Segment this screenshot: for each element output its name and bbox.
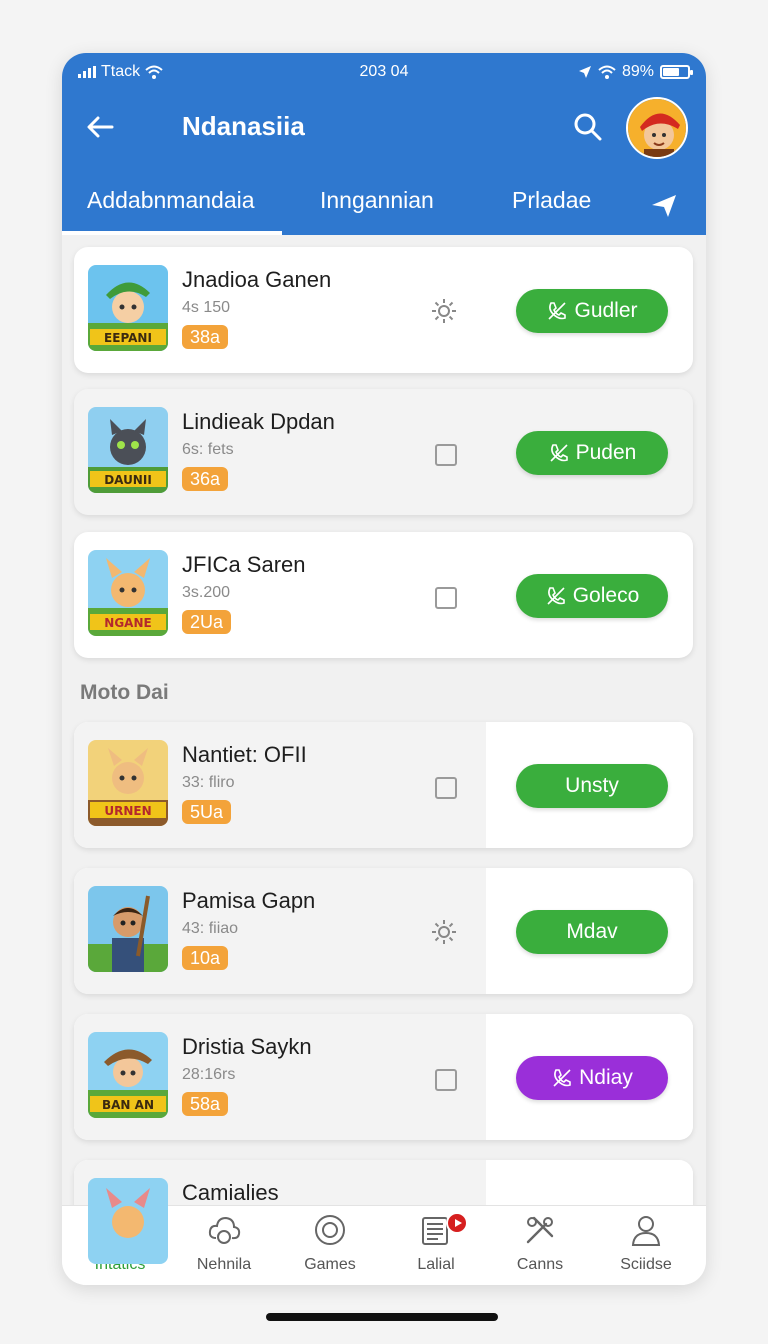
game-meta: 6s: fets [182,441,234,458]
phone-screen: Ttack 203 04 89% Ndanasiia Addabnmandaia… [62,53,706,1285]
game-thumbnail: DAUNII [88,407,168,493]
svg-text:NGANE: NGANE [104,616,151,630]
status-right: 89% [578,63,693,81]
nav-label: Sciidse [620,1256,672,1273]
game-card[interactable]: Pamisa Gapn 43: fiiao 10a Mdav [74,868,693,994]
phone-icon [550,444,568,462]
circle-icon [315,1215,345,1245]
button-label: Gudler [574,299,638,322]
phone-icon [547,587,565,605]
tab-2[interactable]: Inngannian [320,187,434,214]
wifi-icon [598,65,616,79]
select-checkbox[interactable] [435,1069,457,1091]
game-badge: 2Ua [182,610,232,634]
button-label: Goleco [572,584,640,607]
nav-label: Games [304,1256,356,1273]
battery-percent: 89% [621,63,654,80]
button-label: Puden [575,441,637,464]
avatar-image [628,99,686,157]
select-checkbox[interactable] [435,777,457,799]
select-checkbox[interactable] [435,587,457,609]
game-meta: 4s 150 [182,299,231,316]
game-meta: 3s.200 [182,584,231,601]
game-badge: 36a [182,467,229,491]
button-label: Mdav [566,920,618,943]
svg-text:BAN AN: BAN AN [102,1098,154,1112]
nav-item-canns[interactable]: Canns [490,1212,590,1282]
game-action-button[interactable]: Ndiay [516,1056,668,1100]
home-indicator[interactable] [266,1313,498,1321]
cloud-icon [208,1216,241,1244]
game-title: Nantiet: OFII [182,742,307,767]
game-meta: 43: fiiao [182,920,239,937]
button-label: Unsty [565,774,619,797]
game-thumbnail [88,886,168,972]
back-arrow-icon[interactable] [82,109,118,145]
svg-text:DAUNII: DAUNII [104,473,152,487]
game-meta: 28:16rs [182,1066,236,1083]
game-badge: 5Ua [182,800,232,824]
game-meta: 33: fliro [182,774,235,791]
phone-icon [553,1069,571,1087]
gear-icon[interactable] [430,918,458,946]
game-badge: 38a [182,325,229,349]
game-title: Pamisa Gapn [182,888,316,913]
nav-item-sciidse[interactable]: Sciidse [596,1212,696,1282]
user-icon [631,1216,661,1246]
avatar[interactable] [626,97,688,159]
button-label: Ndiay [579,1066,633,1089]
game-title: Lindieak Dpdan [182,409,335,434]
nav-label: Lalial [417,1256,455,1273]
tools-icon [526,1216,554,1244]
svg-text:EEPANI: EEPANI [104,331,152,345]
game-action-button[interactable]: Puden [516,431,668,475]
nav-item-lalial[interactable]: Lalial [386,1212,486,1282]
location-arrow-icon [578,66,591,78]
game-action-button[interactable]: Gudler [516,289,668,333]
game-title: Dristia Saykn [182,1034,312,1059]
game-badge: 10a [182,946,229,970]
tab-3[interactable]: Prladae [512,187,591,214]
game-card[interactable]: NGANE JFICa Saren 3s.200 2Ua Goleco [74,532,693,658]
game-title: JFICa Saren [182,552,306,577]
nav-item-nehnila[interactable]: Nehnila [174,1212,274,1282]
section-heading: Moto Dai [80,681,169,704]
battery-icon [660,65,693,79]
active-tab-indicator [62,231,282,235]
game-action-button[interactable]: Mdav [516,910,668,954]
gear-icon[interactable] [430,297,458,325]
tab-1[interactable]: Addabnmandaia [87,187,255,214]
svg-text:URNEN: URNEN [104,804,151,818]
game-card[interactable]: BAN AN Dristia Saykn 28:16rs 58a Ndiay [74,1014,693,1140]
play-badge-icon [446,1212,468,1234]
game-action-button[interactable]: Goleco [516,574,668,618]
game-title: Camialies [182,1180,279,1205]
game-card[interactable]: URNEN Nantiet: OFII 33: fliro 5Ua Unsty [74,722,693,848]
search-icon[interactable] [570,109,606,145]
game-card[interactable]: DAUNII Lindieak Dpdan 6s: fets 36a Puden [74,389,693,515]
game-thumbnail: EEPANI [88,265,168,351]
status-bar: Ttack 203 04 89% [62,53,706,93]
nav-label: Canns [516,1256,564,1273]
app-bar: Ndanasiia [62,95,706,159]
game-thumbnail: NGANE [88,550,168,636]
nav-item-games[interactable]: Games [280,1212,380,1282]
page-title: Ndanasiia [182,111,305,141]
nav-label: Nehnila [196,1256,252,1273]
game-card[interactable]: EEPANI Jnadioa Ganen 4s 150 38a Gudler [74,247,693,373]
tab-bar: Addabnmandaia Inngannian Prladae [62,177,706,235]
game-thumbnail [88,1178,168,1264]
phone-icon [548,302,567,320]
game-title: Jnadioa Ganen [182,267,332,292]
game-thumbnail: URNEN [88,740,168,826]
app-header: Ttack 203 04 89% Ndanasiia Addabnmandaia… [62,53,706,235]
select-checkbox[interactable] [435,444,457,466]
send-arrow-icon[interactable] [648,189,680,221]
game-thumbnail: BAN AN [88,1032,168,1118]
game-action-button[interactable]: Unsty [516,764,668,808]
game-badge: 58a [182,1092,229,1116]
